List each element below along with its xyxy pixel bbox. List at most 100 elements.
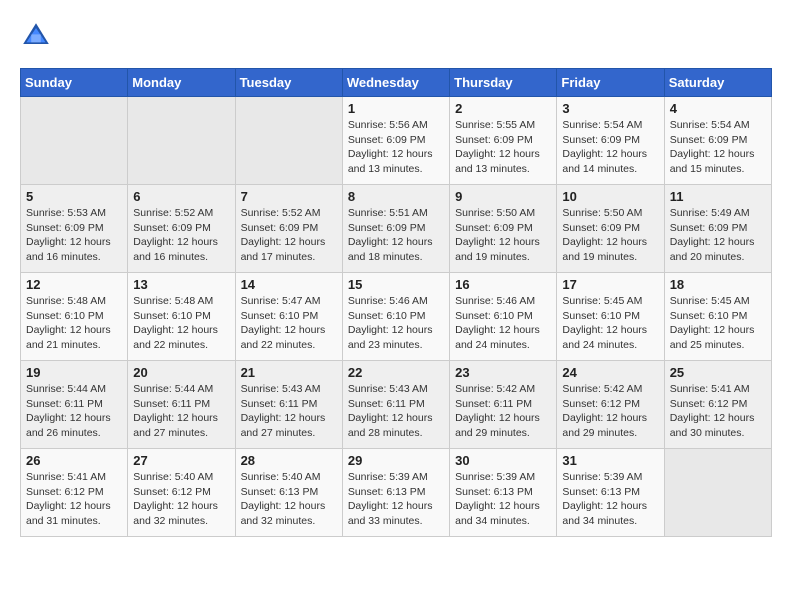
day-number: 31 [562, 453, 658, 468]
calendar-cell [664, 449, 771, 537]
day-info: Sunrise: 5:43 AM Sunset: 6:11 PM Dayligh… [348, 382, 444, 441]
day-number: 10 [562, 189, 658, 204]
calendar-cell: 16 Sunrise: 5:46 AM Sunset: 6:10 PM Dayli… [450, 273, 557, 361]
calendar-table: SundayMondayTuesdayWednesdayThursdayFrid… [20, 68, 772, 537]
day-info: Sunrise: 5:45 AM Sunset: 6:10 PM Dayligh… [562, 294, 658, 353]
day-number: 12 [26, 277, 122, 292]
calendar-header: SundayMondayTuesdayWednesdayThursdayFrid… [21, 69, 772, 97]
weekday-row: SundayMondayTuesdayWednesdayThursdayFrid… [21, 69, 772, 97]
calendar-week-2: 5 Sunrise: 5:53 AM Sunset: 6:09 PM Daylig… [21, 185, 772, 273]
day-info: Sunrise: 5:42 AM Sunset: 6:12 PM Dayligh… [562, 382, 658, 441]
day-info: Sunrise: 5:40 AM Sunset: 6:13 PM Dayligh… [241, 470, 337, 529]
calendar-cell: 19 Sunrise: 5:44 AM Sunset: 6:11 PM Dayli… [21, 361, 128, 449]
day-number: 5 [26, 189, 122, 204]
calendar-week-5: 26 Sunrise: 5:41 AM Sunset: 6:12 PM Dayli… [21, 449, 772, 537]
calendar-cell: 8 Sunrise: 5:51 AM Sunset: 6:09 PM Daylig… [342, 185, 449, 273]
day-info: Sunrise: 5:53 AM Sunset: 6:09 PM Dayligh… [26, 206, 122, 265]
day-info: Sunrise: 5:44 AM Sunset: 6:11 PM Dayligh… [26, 382, 122, 441]
day-number: 21 [241, 365, 337, 380]
day-info: Sunrise: 5:46 AM Sunset: 6:10 PM Dayligh… [348, 294, 444, 353]
day-number: 8 [348, 189, 444, 204]
calendar-cell: 21 Sunrise: 5:43 AM Sunset: 6:11 PM Dayli… [235, 361, 342, 449]
day-number: 13 [133, 277, 229, 292]
day-number: 17 [562, 277, 658, 292]
day-info: Sunrise: 5:48 AM Sunset: 6:10 PM Dayligh… [26, 294, 122, 353]
day-number: 27 [133, 453, 229, 468]
day-info: Sunrise: 5:40 AM Sunset: 6:12 PM Dayligh… [133, 470, 229, 529]
day-number: 28 [241, 453, 337, 468]
page-header [20, 20, 772, 52]
weekday-header-thursday: Thursday [450, 69, 557, 97]
weekday-header-wednesday: Wednesday [342, 69, 449, 97]
calendar-cell: 24 Sunrise: 5:42 AM Sunset: 6:12 PM Dayli… [557, 361, 664, 449]
day-number: 16 [455, 277, 551, 292]
calendar-cell: 4 Sunrise: 5:54 AM Sunset: 6:09 PM Daylig… [664, 97, 771, 185]
calendar-week-3: 12 Sunrise: 5:48 AM Sunset: 6:10 PM Dayli… [21, 273, 772, 361]
logo [20, 20, 56, 52]
day-number: 19 [26, 365, 122, 380]
day-number: 25 [670, 365, 766, 380]
calendar-cell: 28 Sunrise: 5:40 AM Sunset: 6:13 PM Dayli… [235, 449, 342, 537]
calendar-cell: 11 Sunrise: 5:49 AM Sunset: 6:09 PM Dayli… [664, 185, 771, 273]
calendar-cell: 26 Sunrise: 5:41 AM Sunset: 6:12 PM Dayli… [21, 449, 128, 537]
day-number: 23 [455, 365, 551, 380]
calendar-cell: 1Sunrise: 5:56 AM Sunset: 6:09 PM Daylig… [342, 97, 449, 185]
calendar-cell: 17 Sunrise: 5:45 AM Sunset: 6:10 PM Dayli… [557, 273, 664, 361]
day-info: Sunrise: 5:44 AM Sunset: 6:11 PM Dayligh… [133, 382, 229, 441]
day-info: Sunrise: 5:39 AM Sunset: 6:13 PM Dayligh… [455, 470, 551, 529]
day-info: Sunrise: 5:43 AM Sunset: 6:11 PM Dayligh… [241, 382, 337, 441]
calendar-cell: 13 Sunrise: 5:48 AM Sunset: 6:10 PM Dayli… [128, 273, 235, 361]
day-number: 18 [670, 277, 766, 292]
day-number: 15 [348, 277, 444, 292]
day-number: 24 [562, 365, 658, 380]
day-number: 6 [133, 189, 229, 204]
day-number: 26 [26, 453, 122, 468]
calendar-week-1: 1Sunrise: 5:56 AM Sunset: 6:09 PM Daylig… [21, 97, 772, 185]
day-number: 9 [455, 189, 551, 204]
day-info: Sunrise: 5:41 AM Sunset: 6:12 PM Dayligh… [26, 470, 122, 529]
day-info: Sunrise: 5:46 AM Sunset: 6:10 PM Dayligh… [455, 294, 551, 353]
day-number: 30 [455, 453, 551, 468]
calendar-cell: 27 Sunrise: 5:40 AM Sunset: 6:12 PM Dayli… [128, 449, 235, 537]
day-info: Sunrise: 5:50 AM Sunset: 6:09 PM Dayligh… [455, 206, 551, 265]
day-info: Sunrise: 5:45 AM Sunset: 6:10 PM Dayligh… [670, 294, 766, 353]
calendar-cell: 3 Sunrise: 5:54 AM Sunset: 6:09 PM Daylig… [557, 97, 664, 185]
day-info: Sunrise: 5:52 AM Sunset: 6:09 PM Dayligh… [241, 206, 337, 265]
calendar-cell: 2 Sunrise: 5:55 AM Sunset: 6:09 PM Daylig… [450, 97, 557, 185]
calendar-cell: 14Sunrise: 5:47 AM Sunset: 6:10 PM Dayli… [235, 273, 342, 361]
day-info: Sunrise: 5:41 AM Sunset: 6:12 PM Dayligh… [670, 382, 766, 441]
day-info: Sunrise: 5:54 AM Sunset: 6:09 PM Dayligh… [562, 118, 658, 177]
day-number: 3 [562, 101, 658, 116]
weekday-header-friday: Friday [557, 69, 664, 97]
calendar-cell [21, 97, 128, 185]
day-info: Sunrise: 5:39 AM Sunset: 6:13 PM Dayligh… [348, 470, 444, 529]
day-info: Sunrise: 5:55 AM Sunset: 6:09 PM Dayligh… [455, 118, 551, 177]
day-info: Sunrise: 5:51 AM Sunset: 6:09 PM Dayligh… [348, 206, 444, 265]
day-number: 29 [348, 453, 444, 468]
calendar-week-4: 19 Sunrise: 5:44 AM Sunset: 6:11 PM Dayli… [21, 361, 772, 449]
day-number: 7 [241, 189, 337, 204]
day-number: 11 [670, 189, 766, 204]
calendar-cell: 20 Sunrise: 5:44 AM Sunset: 6:11 PM Dayli… [128, 361, 235, 449]
calendar-cell: 9 Sunrise: 5:50 AM Sunset: 6:09 PM Daylig… [450, 185, 557, 273]
day-info: Sunrise: 5:49 AM Sunset: 6:09 PM Dayligh… [670, 206, 766, 265]
day-info: Sunrise: 5:56 AM Sunset: 6:09 PM Dayligh… [348, 118, 444, 177]
day-number: 4 [670, 101, 766, 116]
day-number: 20 [133, 365, 229, 380]
calendar-cell: 22Sunrise: 5:43 AM Sunset: 6:11 PM Dayli… [342, 361, 449, 449]
day-info: Sunrise: 5:42 AM Sunset: 6:11 PM Dayligh… [455, 382, 551, 441]
calendar-cell: 6Sunrise: 5:52 AM Sunset: 6:09 PM Daylig… [128, 185, 235, 273]
weekday-header-sunday: Sunday [21, 69, 128, 97]
day-number: 2 [455, 101, 551, 116]
calendar-cell: 31Sunrise: 5:39 AM Sunset: 6:13 PM Dayli… [557, 449, 664, 537]
day-info: Sunrise: 5:54 AM Sunset: 6:09 PM Dayligh… [670, 118, 766, 177]
calendar-cell [235, 97, 342, 185]
calendar-cell: 10Sunrise: 5:50 AM Sunset: 6:09 PM Dayli… [557, 185, 664, 273]
calendar-cell: 18 Sunrise: 5:45 AM Sunset: 6:10 PM Dayli… [664, 273, 771, 361]
weekday-header-monday: Monday [128, 69, 235, 97]
calendar-cell: 15 Sunrise: 5:46 AM Sunset: 6:10 PM Dayli… [342, 273, 449, 361]
calendar-cell [128, 97, 235, 185]
weekday-header-tuesday: Tuesday [235, 69, 342, 97]
calendar-cell: 5 Sunrise: 5:53 AM Sunset: 6:09 PM Daylig… [21, 185, 128, 273]
day-info: Sunrise: 5:48 AM Sunset: 6:10 PM Dayligh… [133, 294, 229, 353]
